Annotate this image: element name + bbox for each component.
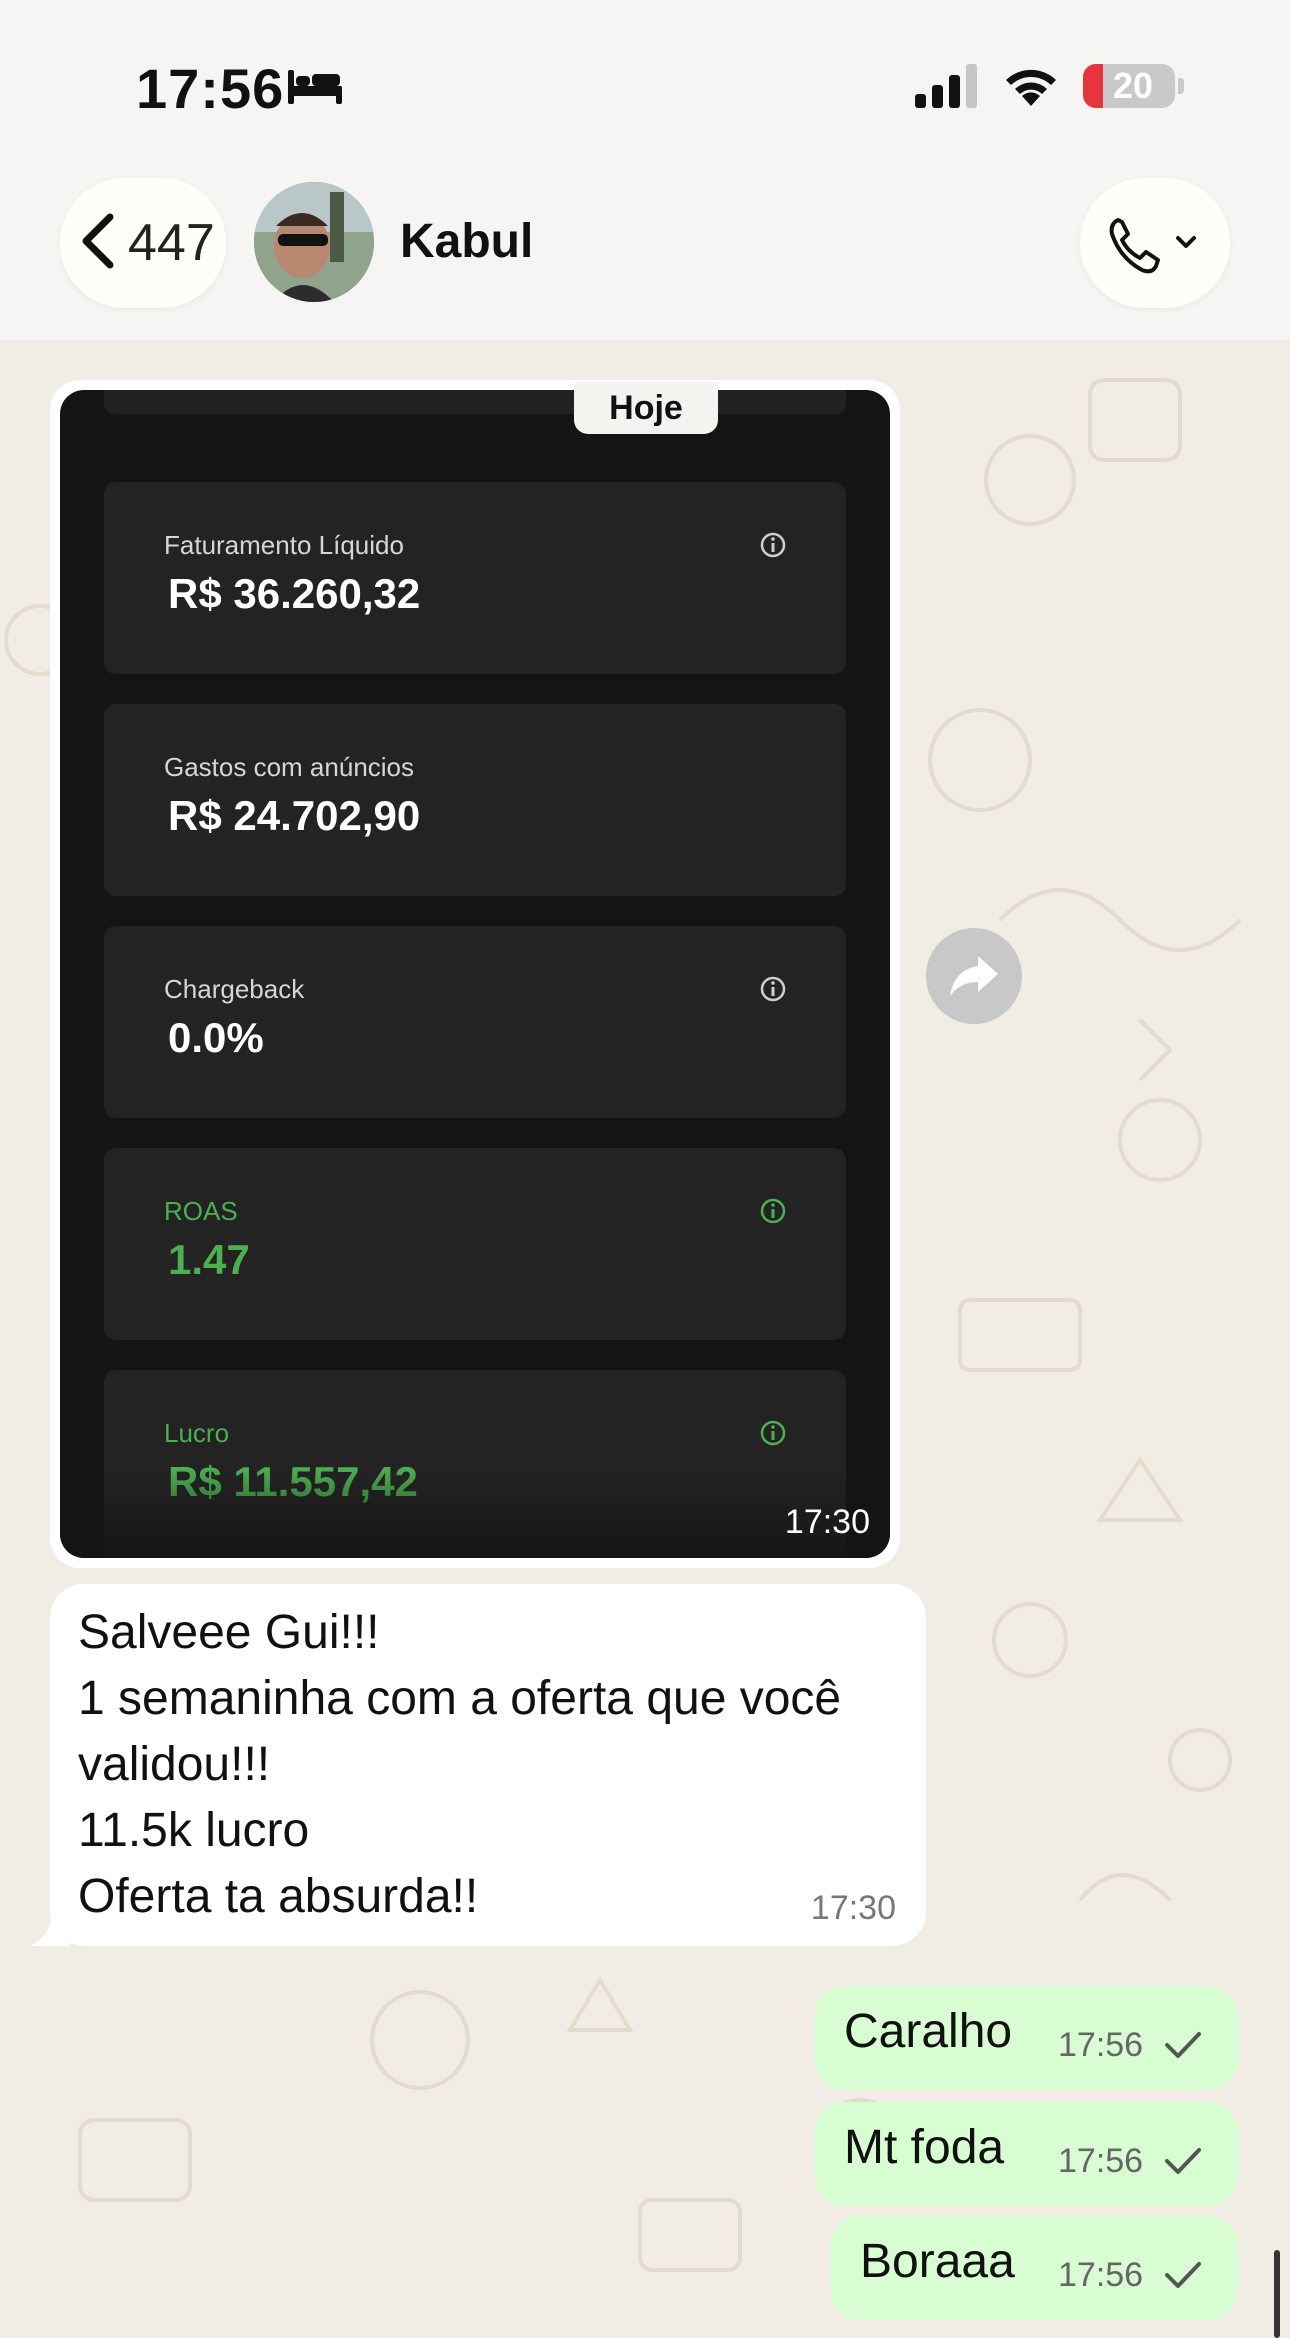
- phone-icon: [1109, 218, 1160, 274]
- outgoing-message[interactable]: Caralho 17:56: [814, 1986, 1238, 2090]
- chat-header: 447 Kabul: [0, 170, 1290, 340]
- message-text: Mt foda: [844, 2121, 1005, 2174]
- check-icon: [1164, 2146, 1202, 2181]
- date-separator: Hoje: [574, 382, 718, 434]
- message-line: Oferta ta absurda!!: [78, 1870, 479, 1923]
- metric-label: Gastos com anúncios: [164, 752, 415, 782]
- metric-label: ROAS: [164, 1196, 238, 1226]
- chevron-left-icon: [74, 211, 124, 276]
- image-bottom-gradient: [60, 1468, 890, 1558]
- bed-icon: [286, 66, 344, 111]
- metric-card-chargeback: Chargeback 0.0%: [104, 926, 846, 1118]
- metric-card-roas: ROAS 1.47: [104, 1148, 846, 1340]
- message-text: Boraaa: [860, 2235, 1015, 2288]
- forward-button[interactable]: [926, 928, 1022, 1024]
- message-text: Salveee Gui!!! 1 semaninha com a oferta …: [78, 1600, 841, 1930]
- message-time: 17:30: [784, 1503, 870, 1541]
- battery-icon: 20: [1083, 64, 1175, 108]
- back-button[interactable]: 447: [60, 178, 226, 308]
- metric-card-ad-spend: Gastos com anúncios R$ 24.702,90: [104, 704, 846, 896]
- message-time: 17:30: [810, 1889, 896, 1927]
- incoming-text-message[interactable]: Salveee Gui!!! 1 semaninha com a oferta …: [50, 1584, 926, 1946]
- info-icon: [758, 1418, 788, 1453]
- status-time: 17:56: [136, 57, 285, 120]
- metric-card-net-revenue: Faturamento Líquido R$ 36.260,32: [104, 482, 846, 674]
- info-icon: [758, 974, 788, 1009]
- battery-percent: 20: [1112, 65, 1154, 106]
- forward-icon: [950, 956, 998, 996]
- message-line: 1 semaninha com a oferta que você: [78, 1672, 842, 1725]
- metric-value: R$ 36.260,32: [168, 570, 421, 617]
- outgoing-message[interactable]: Boraaa 17:56: [830, 2216, 1238, 2320]
- wifi-icon: [1000, 62, 1062, 113]
- metric-value: R$ 24.702,90: [168, 792, 421, 839]
- metric-label: Lucro: [164, 1418, 230, 1448]
- image-message[interactable]: Faturamento Líquido R$ 36.260,32 Gastos …: [50, 380, 900, 1568]
- message-time: 17:56: [1058, 2026, 1144, 2064]
- info-icon: [758, 1196, 788, 1231]
- check-icon: [1164, 2030, 1202, 2065]
- status-bar: 17:56 20: [0, 0, 1290, 170]
- metric-label: Chargeback: [164, 974, 305, 1004]
- info-icon: [758, 530, 788, 565]
- metric-label: Faturamento Líquido: [164, 530, 404, 560]
- message-time: 17:56: [1058, 2142, 1144, 2180]
- avatar[interactable]: [254, 182, 374, 302]
- message-line: 11.5k lucro: [78, 1804, 310, 1857]
- metric-value: 1.47: [168, 1236, 250, 1283]
- message-text: Caralho: [844, 2005, 1013, 2058]
- scroll-indicator[interactable]: [1274, 2250, 1280, 2338]
- cellular-signal-icon: [915, 64, 981, 113]
- metric-value: 0.0%: [168, 1014, 264, 1061]
- check-icon: [1164, 2260, 1202, 2295]
- screenshot-image[interactable]: Faturamento Líquido R$ 36.260,32 Gastos …: [60, 390, 890, 1558]
- message-line: validou!!!: [78, 1738, 271, 1791]
- contact-name[interactable]: Kabul: [400, 214, 533, 269]
- outgoing-message[interactable]: Mt foda 17:56: [814, 2102, 1238, 2206]
- battery-nub: [1178, 78, 1184, 94]
- call-button[interactable]: [1080, 178, 1230, 308]
- message-line: Salveee Gui!!!: [78, 1606, 380, 1659]
- previous-card-edge: [104, 390, 846, 414]
- unread-count: 447: [128, 214, 215, 272]
- chevron-down-icon: [1176, 236, 1196, 248]
- message-time: 17:56: [1058, 2256, 1144, 2294]
